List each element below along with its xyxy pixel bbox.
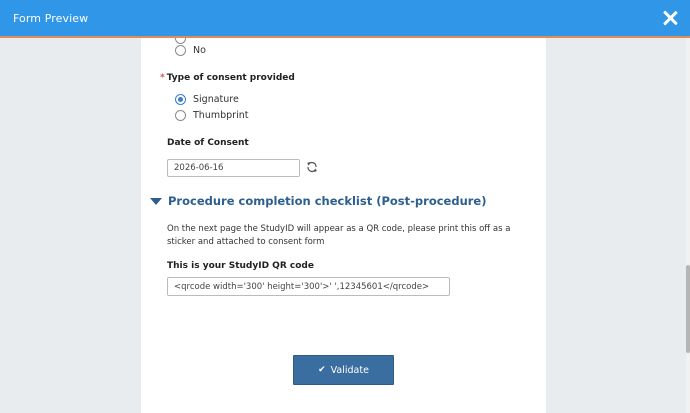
date-of-consent-label: Date of Consent (167, 138, 249, 148)
radio-label-no: No (193, 45, 206, 56)
required-marker: * (160, 73, 165, 83)
section-info-text: On the next page the StudyID will appear… (167, 224, 511, 247)
consent-type-label-text: Type of consent provided (166, 73, 295, 83)
scrollbar-thumb[interactable] (686, 265, 690, 353)
form-panel: No * Type of consent provided Signature T… (141, 38, 546, 413)
check-icon: ✔ (318, 365, 326, 375)
close-icon[interactable] (662, 10, 678, 26)
scrollbar-track[interactable] (686, 38, 690, 413)
radio-circle[interactable] (175, 38, 186, 44)
validate-button[interactable]: ✔ Validate (293, 355, 394, 385)
window-title: Form Preview (13, 11, 89, 25)
collapse-triangle-icon[interactable] (150, 197, 162, 205)
qr-code-label: This is your StudyID QR code (167, 261, 314, 271)
refresh-icon[interactable] (306, 161, 318, 173)
radio-option-no[interactable]: No (175, 45, 206, 56)
radio-option-signature[interactable]: Signature (175, 94, 239, 105)
validate-label: Validate (330, 364, 369, 376)
radio-circle-selected[interactable] (175, 94, 186, 105)
radio-label-thumbprint: Thumbprint (193, 110, 249, 121)
date-of-consent-field[interactable] (167, 159, 300, 177)
title-bar: Form Preview (0, 0, 690, 36)
consent-type-label: * Type of consent provided (160, 73, 295, 83)
radio-circle[interactable] (175, 45, 186, 56)
section-heading[interactable]: Procedure completion checklist (Post-pro… (150, 194, 486, 208)
section-title: Procedure completion checklist (Post-pro… (168, 194, 487, 208)
radio-option-hidden[interactable] (175, 38, 193, 44)
radio-circle[interactable] (175, 110, 186, 121)
radio-label-signature: Signature (193, 94, 239, 105)
qr-code-field[interactable] (167, 277, 450, 296)
radio-option-thumbprint[interactable]: Thumbprint (175, 110, 248, 121)
